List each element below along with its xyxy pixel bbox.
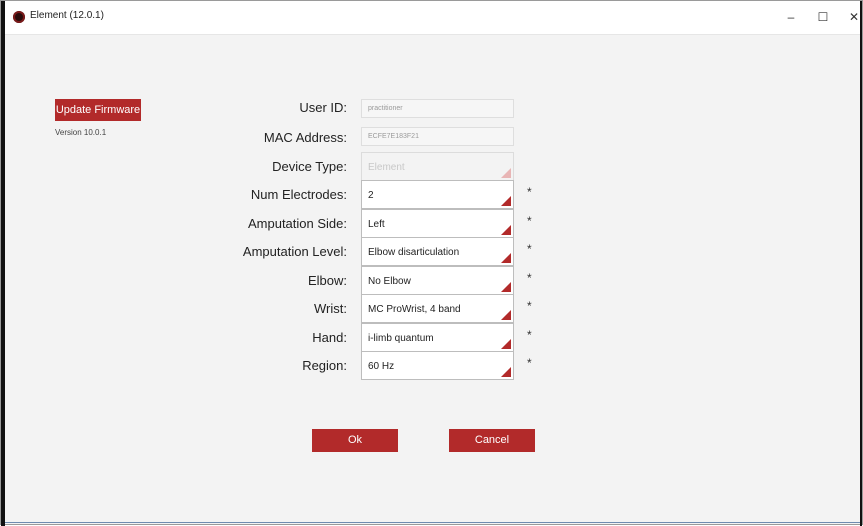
cancel-button[interactable]: Cancel bbox=[449, 429, 535, 452]
user-id-label: User ID: bbox=[299, 100, 347, 115]
num-electrodes-dropdown[interactable]: 2 bbox=[361, 180, 514, 209]
required-marker: * bbox=[527, 271, 532, 285]
window-title: Element (12.0.1) bbox=[30, 10, 104, 21]
dropdown-arrow-icon bbox=[501, 310, 511, 320]
maximize-icon[interactable]: ☐ bbox=[815, 9, 831, 25]
window-border-right bbox=[860, 1, 862, 526]
title-bar[interactable]: Element (12.0.1) bbox=[5, 1, 860, 35]
amputation-side-value: Left bbox=[368, 219, 385, 230]
device-type-dropdown: Element bbox=[361, 152, 514, 181]
device-type-label: Device Type: bbox=[272, 159, 347, 174]
dropdown-arrow-icon bbox=[501, 225, 511, 235]
amputation-side-label: Amputation Side: bbox=[247, 216, 347, 231]
close-icon[interactable]: ✕ bbox=[846, 9, 862, 25]
bottom-border bbox=[5, 522, 860, 523]
hand-dropdown[interactable]: i-limb quantum bbox=[361, 323, 514, 352]
hand-label: Hand: bbox=[312, 330, 347, 345]
wrist-dropdown[interactable]: MC ProWrist, 4 band bbox=[361, 294, 514, 323]
required-marker: * bbox=[527, 328, 532, 342]
region-dropdown[interactable]: 60 Hz bbox=[361, 351, 514, 380]
dropdown-arrow-icon bbox=[501, 253, 511, 263]
num-electrodes-value: 2 bbox=[368, 190, 374, 201]
minimize-icon[interactable]: – bbox=[783, 9, 799, 25]
required-marker: * bbox=[527, 214, 532, 228]
amputation-level-dropdown[interactable]: Elbow disarticulation bbox=[361, 237, 514, 266]
dropdown-arrow-icon bbox=[501, 282, 511, 292]
elbow-dropdown[interactable]: No Elbow bbox=[361, 266, 514, 295]
dropdown-arrow-icon bbox=[501, 168, 511, 178]
amputation-level-value: Elbow disarticulation bbox=[368, 247, 460, 258]
num-electrodes-label: Num Electrodes: bbox=[250, 187, 347, 202]
mac-address-field: ECFE7E183F21 bbox=[361, 127, 514, 146]
version-text: Version 10.0.1 bbox=[55, 128, 107, 137]
dropdown-arrow-icon bbox=[501, 339, 511, 349]
elbow-label: Elbow: bbox=[307, 273, 347, 288]
window-border-left bbox=[1, 1, 5, 526]
required-marker: * bbox=[527, 185, 532, 199]
region-value: 60 Hz bbox=[368, 361, 395, 372]
hand-value: i-limb quantum bbox=[368, 333, 434, 344]
required-marker: * bbox=[527, 299, 532, 313]
required-marker: * bbox=[527, 356, 532, 370]
mac-address-label: MAC Address: bbox=[263, 130, 347, 145]
ok-button[interactable]: Ok bbox=[312, 429, 398, 452]
wrist-value: MC ProWrist, 4 band bbox=[368, 304, 461, 315]
update-firmware-button[interactable]: Update Firmware bbox=[55, 99, 141, 121]
region-label: Region: bbox=[302, 358, 347, 373]
app-window: Element (12.0.1) – ☐ ✕ Update Firmware V… bbox=[0, 0, 863, 526]
dropdown-arrow-icon bbox=[501, 367, 511, 377]
amputation-level-label: Amputation Level: bbox=[242, 244, 347, 259]
wrist-label: Wrist: bbox=[314, 301, 347, 316]
elbow-value: No Elbow bbox=[368, 276, 411, 287]
amputation-side-dropdown[interactable]: Left bbox=[361, 209, 514, 238]
dropdown-arrow-icon bbox=[501, 196, 511, 206]
app-logo-icon bbox=[13, 11, 25, 23]
user-id-field: practitioner bbox=[361, 99, 514, 118]
required-marker: * bbox=[527, 242, 532, 256]
device-type-value: Element bbox=[368, 162, 405, 173]
